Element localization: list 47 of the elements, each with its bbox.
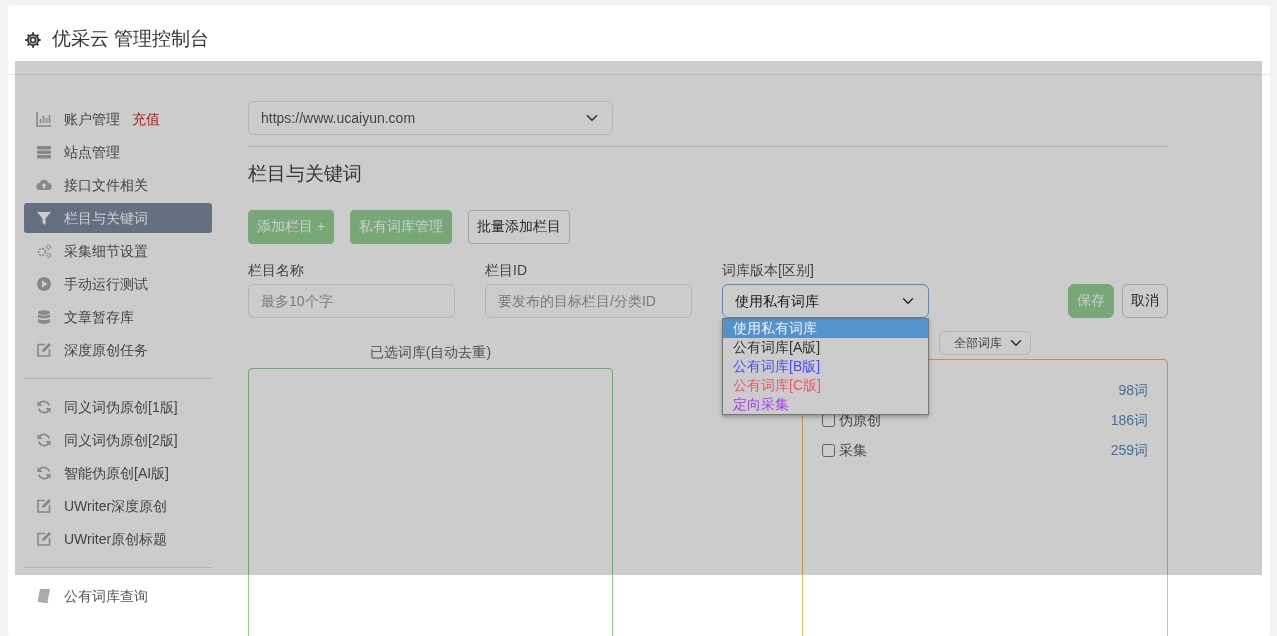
site-select[interactable]: https://www.ucaiyun.com (248, 101, 613, 135)
input-field[interactable]: 要发布的目标栏目/分类ID (485, 283, 692, 318)
sidebar-item[interactable]: 采集细节设置 (24, 236, 212, 266)
sidebar-item[interactable]: 接口文件相关 (24, 170, 212, 200)
sidebar-item[interactable]: 同义词伪原创[2版] (24, 425, 212, 455)
toolbar-button[interactable]: 批量添加栏目 (468, 209, 571, 244)
section-title: 栏目与关键词 (248, 163, 363, 186)
sidebar-item[interactable]: 站点管理 (24, 137, 212, 167)
play-circle-icon (36, 276, 52, 292)
sidebar-item[interactable]: 深度原创任务 (24, 335, 212, 365)
sidebar-item[interactable]: UWriter深度原创 (24, 491, 212, 521)
checkbox[interactable] (822, 444, 835, 458)
edit-icon (36, 498, 52, 514)
field-label: 词库版本[区别] (722, 260, 815, 280)
database-icon (36, 309, 52, 325)
panel-title: 已选词库(自动去重) (368, 342, 493, 362)
word-count: 186词 (1110, 411, 1148, 431)
sidebar-item[interactable]: 同义词伪原创[1版] (24, 392, 212, 422)
sidebar-item[interactable]: 账户管理 充值 (24, 104, 212, 134)
checkbox[interactable] (822, 414, 835, 428)
server-icon (36, 144, 52, 160)
word-count: 98词 (1118, 381, 1148, 401)
sidebar-item[interactable]: 智能伪原创[AI版] (24, 458, 212, 488)
dropdown-option[interactable]: 公有词库[A版] (723, 337, 928, 357)
refresh-icon (36, 399, 52, 415)
input-field[interactable]: 最多10个字 (248, 283, 455, 318)
refresh-icon (36, 432, 52, 448)
cloud-upload-icon (36, 177, 52, 193)
sidebar-item[interactable]: 公有词库查询 (24, 581, 212, 611)
word-count: 259词 (1110, 441, 1148, 461)
edit-icon (36, 531, 52, 547)
bar-chart-icon (36, 111, 52, 127)
gear-icon (24, 30, 42, 49)
filter-icon (36, 210, 52, 226)
console-title: 优采云 管理控制台 (52, 27, 210, 52)
refresh-icon (36, 465, 52, 481)
field-label: 栏目ID (485, 260, 528, 280)
dropdown-select[interactable]: 使用私有词库 (722, 283, 929, 318)
dropdown-option[interactable]: 公有词库[B版] (723, 356, 928, 376)
sidebar-item[interactable]: 手动运行测试 (24, 269, 212, 299)
sidebar-item[interactable]: UWriter原创标题 (24, 524, 212, 554)
cancel-button[interactable]: 取消 (1122, 283, 1168, 318)
library-name: 采集 (839, 441, 867, 461)
field-label: 栏目名称 (248, 260, 305, 280)
edit-icon (36, 342, 52, 358)
sidebar-item[interactable]: 文章暂存库 (24, 302, 212, 332)
library-filter-select[interactable]: 全部词库 (939, 330, 1031, 355)
